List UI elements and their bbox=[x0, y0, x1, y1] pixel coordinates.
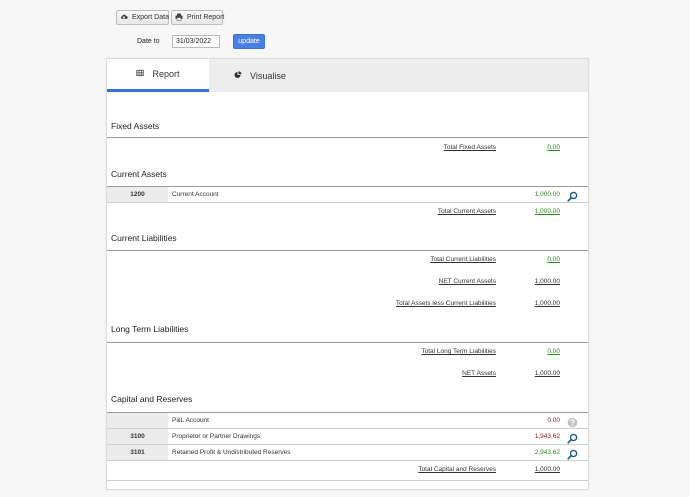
magnifier-icon[interactable] bbox=[567, 447, 578, 460]
divider bbox=[107, 250, 588, 251]
divider bbox=[107, 202, 588, 203]
account-name: Current Account bbox=[172, 191, 219, 198]
fixed-assets-heading: Fixed Assets bbox=[111, 121, 160, 131]
divider bbox=[107, 480, 588, 481]
total-capital-reserves-value: 1,000.00 bbox=[534, 466, 560, 473]
net-assets-label: NET Assets bbox=[462, 370, 496, 377]
net-current-assets-value: 1,000.00 bbox=[534, 278, 560, 285]
account-row-pl[interactable]: P&L Account 0.00 bbox=[107, 413, 588, 428]
export-data-button[interactable]: Export Data bbox=[116, 10, 169, 25]
magnifier-icon[interactable] bbox=[567, 189, 578, 202]
tab-report-label: Report bbox=[152, 69, 180, 79]
total-long-term-liabilities-label: Total Long Term Liabilities bbox=[421, 348, 496, 355]
cloud-download-icon bbox=[120, 13, 128, 23]
divider bbox=[107, 342, 588, 343]
net-current-assets-label: NET Current Assets bbox=[438, 278, 496, 285]
table-icon bbox=[136, 69, 145, 79]
date-to-label: Date to bbox=[137, 38, 160, 45]
total-current-liabilities-value: 0.00 bbox=[547, 256, 560, 263]
current-liabilities-heading: Current Liabilities bbox=[111, 233, 177, 243]
account-row-1200[interactable]: 1200 Current Account 1,000.00 bbox=[107, 187, 588, 202]
magnifier-icon[interactable] bbox=[567, 431, 578, 444]
total-current-assets-value: 1,000.00 bbox=[534, 208, 560, 215]
account-name: Retained Profit & Undistributed Reserves bbox=[172, 449, 291, 456]
capital-reserves-heading: Capital and Reserves bbox=[111, 394, 193, 404]
total-capital-reserves-label: Total Capital and Reserves bbox=[418, 466, 496, 473]
printer-icon bbox=[175, 13, 183, 23]
total-current-liabilities-label: Total Current Liabilities bbox=[430, 256, 496, 263]
account-code: 1200 bbox=[107, 187, 168, 202]
account-name: P&L Account bbox=[172, 417, 209, 424]
net-assets-value: 1,000.00 bbox=[534, 370, 560, 377]
divider bbox=[107, 137, 588, 138]
total-assets-less-current-liabilities-value: 1,000.00 bbox=[534, 300, 560, 307]
account-row-3100[interactable]: 3100 Proprietor or Partner Drawings 1,94… bbox=[107, 429, 588, 444]
date-to-input[interactable]: 31/03/2022 bbox=[172, 35, 220, 48]
account-value: 0.00 bbox=[547, 417, 560, 424]
current-assets-heading: Current Assets bbox=[111, 169, 167, 179]
print-report-label: Print Report bbox=[187, 14, 225, 21]
tab-report[interactable]: Report bbox=[107, 59, 209, 92]
tab-visualise-label: Visualise bbox=[250, 70, 286, 81]
tab-bar: Report Visualise bbox=[107, 59, 588, 92]
account-name: Proprietor or Partner Drawings bbox=[172, 433, 261, 440]
total-fixed-assets-value: 0.00 bbox=[547, 144, 560, 151]
total-long-term-liabilities-value: 0.00 bbox=[547, 348, 560, 355]
total-fixed-assets-label: Total Fixed Assets bbox=[443, 144, 496, 151]
account-value: 1,000.00 bbox=[534, 191, 560, 198]
account-row-3101[interactable]: 3101 Retained Profit & Undistributed Res… bbox=[107, 445, 588, 460]
account-code: 3101 bbox=[107, 445, 168, 460]
help-icon[interactable] bbox=[567, 415, 578, 428]
account-code: 3100 bbox=[107, 429, 168, 444]
total-assets-less-current-liabilities-label: Total Assets less Current Liabilities bbox=[395, 300, 496, 307]
update-button[interactable]: update bbox=[233, 34, 265, 49]
tab-visualise[interactable]: Visualise bbox=[234, 59, 286, 92]
report-panel: Report Visualise Fixed Assets Total Fixe… bbox=[106, 58, 589, 490]
account-code bbox=[107, 413, 168, 428]
pie-chart-icon bbox=[234, 70, 242, 81]
account-value: 1,943.62 bbox=[534, 433, 560, 440]
account-value: 2,943.62 bbox=[534, 449, 560, 456]
divider bbox=[107, 460, 588, 461]
total-current-assets-label: Total Current Assets bbox=[437, 208, 496, 215]
print-report-button[interactable]: Print Report bbox=[171, 10, 225, 25]
long-term-liabilities-heading: Long Term Liabilities bbox=[111, 324, 189, 334]
export-data-label: Export Data bbox=[132, 14, 169, 21]
